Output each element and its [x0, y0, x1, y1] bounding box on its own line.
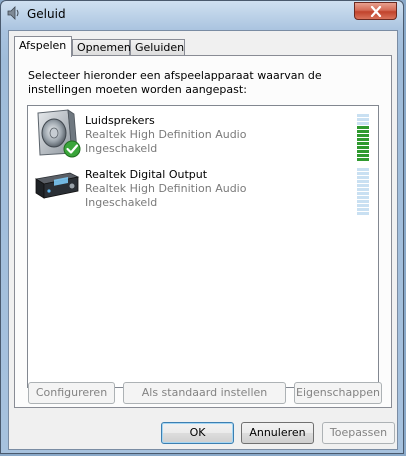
meter-segment — [357, 138, 369, 141]
meter-segment — [357, 204, 369, 207]
meter-segment — [357, 200, 369, 203]
list-item-realtek-digital-output[interactable]: Realtek Digital Output Realtek High Defi… — [28, 163, 378, 217]
meter-segment — [357, 188, 369, 191]
meter-segment — [357, 126, 369, 129]
device-description: Realtek High Definition Audio — [85, 182, 247, 195]
device-status: Ingeschakeld — [85, 196, 158, 209]
instruction-text: Selecteer hieronder een afspeelapparaat … — [28, 69, 322, 96]
speaker-default-icon — [32, 109, 82, 159]
meter-segment — [357, 158, 369, 161]
device-description: Realtek High Definition Audio — [85, 128, 247, 141]
cancel-button[interactable]: Annuleren — [241, 422, 314, 444]
meter-segment — [357, 184, 369, 187]
meter-segment — [357, 212, 369, 215]
set-default-button[interactable]: Als standaard instellen — [123, 382, 286, 404]
meter-segment — [357, 130, 369, 133]
meter-segment — [357, 154, 369, 157]
meter-segment — [357, 150, 369, 153]
close-icon — [370, 6, 382, 17]
meter-segment — [357, 146, 369, 149]
list-item-luidsprekers[interactable]: Luidsprekers Realtek High Definition Aud… — [28, 109, 378, 163]
digital-output-icon — [32, 163, 82, 213]
meter-segment — [357, 118, 369, 121]
sound-dialog-window: Geluid Afspelen Opnemen Geluiden Selecte… — [0, 0, 404, 454]
device-name: Luidsprekers — [85, 114, 155, 127]
speaker-icon — [7, 6, 21, 20]
window-title: Geluid — [27, 7, 66, 21]
tab-geluiden[interactable]: Geluiden — [130, 39, 185, 56]
tab-page-afspelen: Selecteer hieronder een afspeelapparaat … — [14, 55, 392, 408]
meter-segment — [357, 196, 369, 199]
properties-button[interactable]: Eigenschappen — [294, 382, 382, 404]
volume-level-meter — [357, 114, 369, 162]
meter-segment — [357, 122, 369, 125]
meter-segment — [357, 176, 369, 179]
volume-level-meter — [357, 168, 369, 216]
meter-segment — [357, 134, 369, 137]
meter-segment — [357, 192, 369, 195]
configure-button[interactable]: Configureren — [28, 382, 115, 404]
title-bar[interactable]: Geluid — [1, 1, 403, 27]
playback-device-list[interactable]: Luidsprekers Realtek High Definition Aud… — [27, 105, 379, 388]
meter-segment — [357, 114, 369, 117]
meter-segment — [357, 172, 369, 175]
tab-afspelen[interactable]: Afspelen — [14, 36, 72, 57]
device-name: Realtek Digital Output — [85, 168, 208, 181]
ok-button[interactable]: OK — [161, 422, 234, 444]
meter-segment — [357, 208, 369, 211]
tab-opnemen[interactable]: Opnemen — [72, 39, 131, 56]
apply-button[interactable]: Toepassen — [322, 422, 395, 444]
meter-segment — [357, 142, 369, 145]
meter-segment — [357, 168, 369, 171]
meter-segment — [357, 180, 369, 183]
dialog-client-area: Afspelen Opnemen Geluiden Selecteer hier… — [8, 30, 398, 450]
device-status: Ingeschakeld — [85, 142, 158, 155]
close-button[interactable] — [354, 2, 397, 20]
